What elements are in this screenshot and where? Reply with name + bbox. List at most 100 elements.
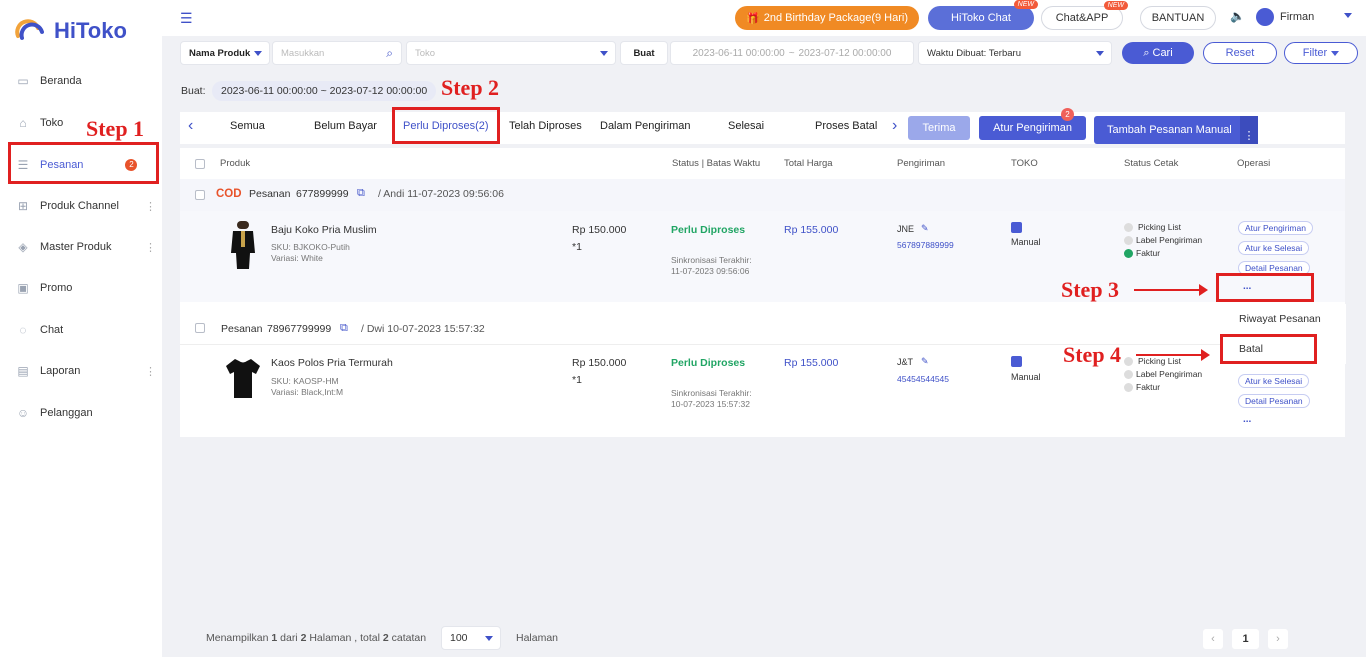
- date-range-picker[interactable]: 2023-06-11 00:00:00 ~ 2023-07-12 00:00:0…: [670, 41, 914, 65]
- step3-highlight: [1216, 273, 1314, 302]
- step3-arrow: [1134, 284, 1208, 296]
- check-icon: [1124, 249, 1133, 258]
- field-select[interactable]: Nama Produk: [180, 41, 270, 65]
- birthday-package-label: 2nd Birthday Package(9 Hari): [763, 12, 908, 24]
- product-sku: SKU: BJKOKO-Putih: [271, 242, 350, 252]
- total-price: Rp 155.000: [784, 224, 839, 236]
- tab-dalam-pengiriman[interactable]: Dalam Pengiriman: [600, 120, 690, 132]
- grid-icon: ⊞: [17, 199, 29, 213]
- resi-number[interactable]: 567897889999: [897, 240, 954, 250]
- tambah-label: Tambah Pesanan Manual: [1107, 124, 1232, 136]
- atur-pengiriman-op-button[interactable]: Atur Pengiriman: [1238, 221, 1313, 235]
- new-tag: NEW: [1103, 1, 1128, 10]
- more-vertical-icon[interactable]: ⋮: [145, 365, 156, 378]
- more-vertical-icon[interactable]: ⋮: [145, 241, 156, 254]
- birthday-package-button[interactable]: 🎁 2nd Birthday Package(9 Hari): [735, 6, 919, 30]
- users-icon: ☺: [16, 406, 30, 420]
- cari-label: Cari: [1152, 47, 1173, 59]
- sort-select[interactable]: Waktu Dibuat: Terbaru: [918, 41, 1112, 65]
- riwayat-pesanan-item[interactable]: Riwayat Pesanan: [1239, 313, 1321, 325]
- col-operasi: Operasi: [1237, 158, 1271, 169]
- more-vertical-icon[interactable]: ⋮: [1240, 116, 1258, 144]
- copy-icon[interactable]: ⧉: [357, 187, 365, 200]
- copy-icon[interactable]: ⧉: [340, 322, 348, 335]
- chevron-down-icon[interactable]: [1344, 13, 1352, 18]
- sidebar-item-produk-channel[interactable]: ⊞ Produk Channel ⋮: [16, 199, 156, 213]
- tab-selesai[interactable]: Selesai: [728, 120, 764, 132]
- tambah-pesanan-manual-button[interactable]: Tambah Pesanan Manual ⋮: [1094, 116, 1258, 144]
- sidebar-item-laporan[interactable]: ▤ Laporan ⋮: [16, 364, 156, 378]
- reset-button[interactable]: Reset: [1203, 42, 1277, 64]
- col-produk: Produk: [220, 158, 251, 169]
- chat-app-button[interactable]: Chat&APP NEW: [1041, 1, 1128, 30]
- order-number[interactable]: 677899999: [296, 188, 349, 200]
- next-page-button[interactable]: ›: [1268, 629, 1288, 649]
- search-input[interactable]: Masukkan ⌕: [272, 41, 402, 65]
- date-filter-chip[interactable]: 2023-06-11 00:00:00 ~ 2023-07-12 00:00:0…: [212, 81, 437, 101]
- logo[interactable]: HiToko: [14, 18, 127, 44]
- search-icon[interactable]: ⌕: [386, 46, 393, 61]
- sync-time: 11-07-2023 09:56:06: [671, 266, 750, 276]
- atur-ke-selesai-button[interactable]: Atur ke Selesai: [1238, 374, 1310, 388]
- hitoko-chat-button[interactable]: HiToko Chat NEW: [928, 0, 1038, 30]
- topbar: ☰ 🎁 2nd Birthday Package(9 Hari) HiToko …: [162, 0, 1366, 36]
- terima-button[interactable]: Terima: [908, 116, 970, 140]
- new-tag: NEW: [1013, 0, 1038, 9]
- product-qty: *1: [572, 374, 582, 386]
- current-page[interactable]: 1: [1232, 629, 1259, 649]
- edit-icon[interactable]: ✎: [921, 356, 929, 367]
- date-type-value: Buat: [633, 47, 655, 59]
- order-tabs: ‹ Semua Belum Bayar Perlu Diproses(2) Te…: [180, 108, 1345, 144]
- tab-belum-bayar[interactable]: Belum Bayar: [314, 120, 377, 132]
- sidebar-item-master-produk[interactable]: ◈ Master Produk ⋮: [16, 240, 156, 254]
- sidebar-item-pelanggan[interactable]: ☺ Pelanggan: [16, 406, 156, 420]
- terima-label: Terima: [922, 122, 956, 134]
- product-qty: *1: [572, 241, 582, 253]
- prev-page-button[interactable]: ‹: [1203, 629, 1223, 649]
- sync-label: Sinkronisasi Terakhir:: [671, 255, 752, 265]
- summary-text: catatan: [388, 632, 427, 644]
- sidebar-item-beranda[interactable]: ▭ Beranda: [16, 74, 156, 88]
- chevron-down-icon: [1331, 50, 1340, 56]
- order-label: Pesanan: [221, 323, 263, 335]
- store-icon: ⌂: [19, 116, 27, 130]
- speaker-icon[interactable]: 🔈: [1230, 9, 1245, 23]
- sidebar-item-label: Beranda: [40, 75, 82, 87]
- edit-icon[interactable]: ✎: [921, 223, 929, 234]
- page-size-select[interactable]: 100: [441, 626, 501, 650]
- chevron-left-icon[interactable]: ‹: [188, 117, 193, 135]
- order-number[interactable]: 78967799999: [267, 323, 331, 335]
- date-type-label[interactable]: Buat: [620, 41, 668, 65]
- avatar[interactable]: [1256, 8, 1274, 26]
- sync-label: Sinkronisasi Terakhir:: [671, 388, 752, 398]
- product-name[interactable]: Baju Koko Pria Muslim: [271, 224, 377, 236]
- order-meta: / Andi 11-07-2023 09:56:06: [378, 188, 504, 200]
- order-checkbox[interactable]: [195, 190, 205, 200]
- product-name[interactable]: Kaos Polos Pria Termurah: [271, 357, 393, 369]
- tab-semua[interactable]: Semua: [230, 120, 265, 132]
- order-header: Pesanan 78967799999 ⧉ / Dwi 10-07-2023 1…: [180, 312, 1345, 343]
- user-name[interactable]: Firman: [1280, 11, 1314, 23]
- product-price: Rp 150.000: [572, 357, 627, 369]
- step2-highlight: [392, 107, 500, 144]
- more-ops-button[interactable]: ...: [1243, 414, 1251, 425]
- select-all-checkbox[interactable]: [195, 159, 205, 169]
- sidebar-item-chat[interactable]: ◌ Chat: [16, 323, 156, 337]
- filter-button[interactable]: Filter: [1284, 42, 1358, 64]
- atur-pengiriman-button[interactable]: Atur Pengiriman 2: [979, 108, 1086, 140]
- atur-ke-selesai-button[interactable]: Atur ke Selesai: [1238, 241, 1310, 255]
- collapse-menu-icon[interactable]: ☰: [180, 10, 193, 27]
- resi-number[interactable]: 45454544545: [897, 374, 949, 384]
- detail-pesanan-button[interactable]: Detail Pesanan: [1238, 394, 1310, 408]
- sidebar-item-promo[interactable]: ▣ Promo: [16, 281, 156, 295]
- more-vertical-icon[interactable]: ⋮: [145, 200, 156, 213]
- bantuan-button[interactable]: BANTUAN: [1140, 6, 1216, 30]
- order-checkbox[interactable]: [195, 323, 205, 333]
- toko-select[interactable]: Toko: [406, 41, 616, 65]
- tab-telah-diproses[interactable]: Telah Diproses: [509, 120, 582, 132]
- tab-proses-batal[interactable]: Proses Batal: [815, 120, 877, 132]
- sidebar-item-label: Master Produk: [40, 241, 112, 253]
- cari-button[interactable]: ⌕ Cari: [1122, 42, 1194, 64]
- product-variasi: Variasi: Black,Int:M: [271, 387, 344, 397]
- chevron-right-icon[interactable]: ›: [892, 117, 897, 135]
